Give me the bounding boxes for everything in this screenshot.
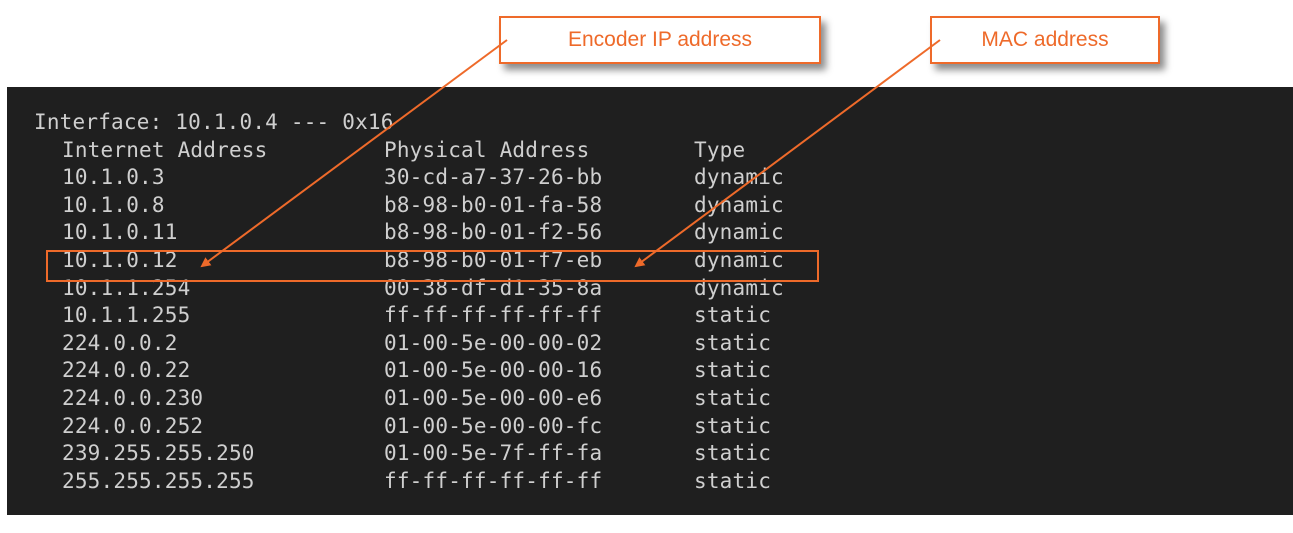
mac-arrow [634, 39, 941, 268]
callout-arrows [200, 39, 941, 268]
encoder-ip-arrow [200, 39, 508, 268]
